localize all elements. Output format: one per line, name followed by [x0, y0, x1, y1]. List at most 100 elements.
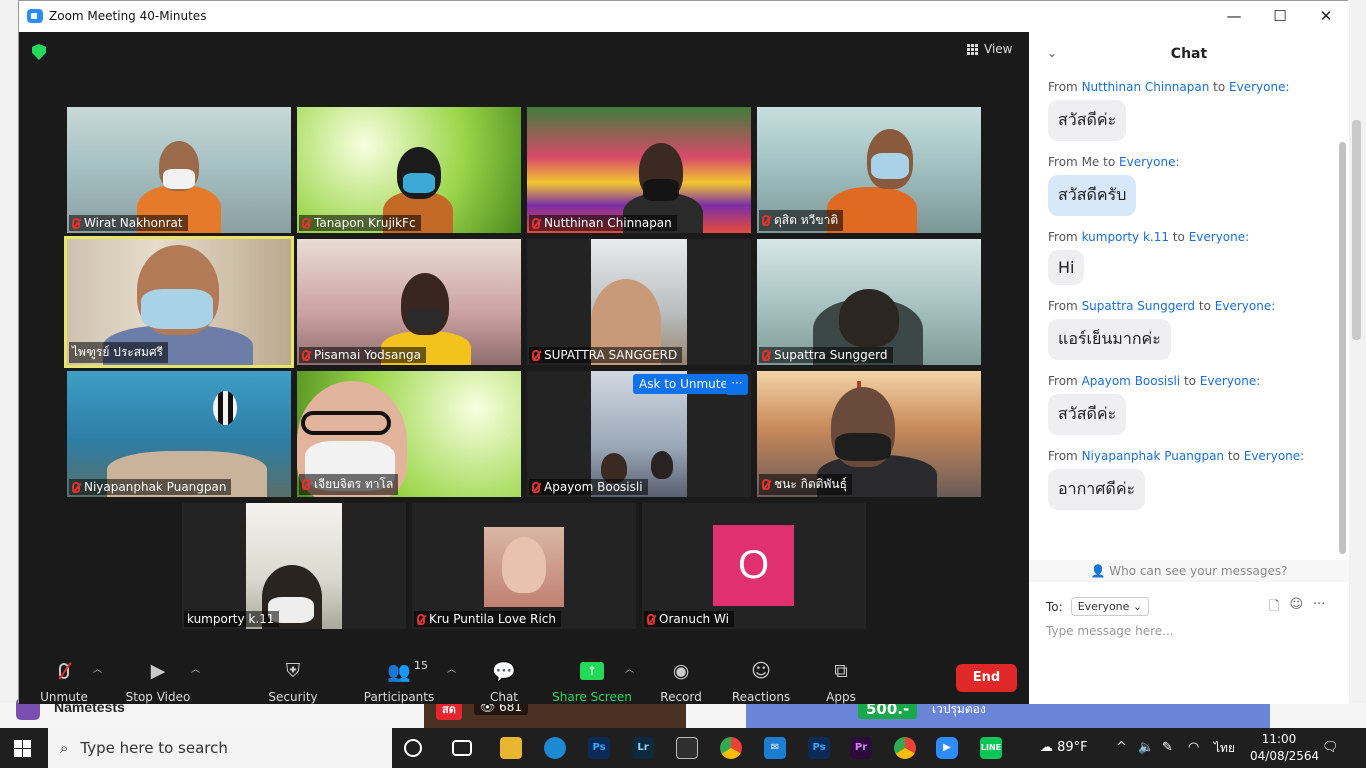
participants-options-caret[interactable]: ︿	[447, 662, 456, 675]
video-tile[interactable]: Pisamai Yodsanga	[297, 239, 521, 365]
photoshop-icon-2[interactable]: Ps	[808, 737, 830, 759]
sender-name[interactable]: Supattra Sunggerd	[1082, 299, 1196, 313]
recipient-name[interactable]: Everyone:	[1189, 230, 1249, 244]
apps-button[interactable]: ⧉ Apps	[796, 642, 886, 704]
edge-icon[interactable]	[544, 737, 566, 759]
minimize-button[interactable]: —	[1219, 7, 1249, 27]
video-tile[interactable]: ชนะ กิตติพันธุ์	[757, 371, 981, 497]
participant-name: ไพฑูรย์ ประสมศรี	[72, 345, 164, 359]
sender-name[interactable]: Apayom Boosisli	[1082, 374, 1181, 388]
security-button[interactable]: ⛨ Security	[248, 642, 338, 704]
participants-icon: 👥	[387, 660, 411, 683]
chat-button[interactable]: 💬 Chat	[459, 642, 549, 705]
fish	[213, 391, 237, 425]
from-label: From	[1048, 80, 1078, 94]
zoom-window: Zoom Meeting 40-Minutes — ☐ ✕ View Wirat…	[18, 0, 1349, 705]
maximize-button[interactable]: ☐	[1265, 7, 1295, 27]
close-button[interactable]: ✕	[1311, 7, 1341, 27]
message-bubble: อากาศดีค่ะ	[1048, 469, 1146, 510]
recipient-name[interactable]: Everyone:	[1215, 299, 1275, 313]
video-tile[interactable]: Supattra Sunggerd	[757, 239, 981, 365]
message-bubble: แอร์เย็นมากค่ะ	[1048, 319, 1171, 360]
weather-widget[interactable]: ☁ 89°F	[1040, 728, 1088, 768]
system-clock[interactable]: 11:00 04/08/2564	[1250, 731, 1319, 765]
record-button[interactable]: ◉ Record	[636, 642, 726, 704]
chrome-icon[interactable]	[720, 737, 742, 759]
participant-name: Nutthinan Chinnapan	[544, 216, 672, 230]
mic-muted-icon	[417, 613, 425, 625]
video-tile-active-speaker[interactable]: ไพฑูรย์ ประสมศรี	[64, 236, 294, 368]
window-title: Zoom Meeting 40-Minutes	[49, 9, 207, 23]
mail-icon[interactable]: ✉	[764, 737, 786, 759]
cloud-icon: ☁	[1040, 740, 1053, 755]
pen-icon[interactable]: ✎	[1162, 728, 1173, 768]
recipient-name[interactable]: Everyone:	[1244, 449, 1304, 463]
face-mask	[643, 179, 679, 201]
video-tile[interactable]: Wirat Nakhonrat	[67, 107, 291, 233]
browser-scrollbar-thumb[interactable]	[1352, 120, 1361, 340]
mic-muted-icon	[532, 349, 540, 361]
emoji-icon[interactable]: ☺	[1289, 597, 1303, 619]
share-screen-button[interactable]: ↑ Share Screen	[547, 642, 637, 704]
video-tile[interactable]: kumporty k.11	[182, 503, 406, 629]
to-word: to	[1172, 230, 1185, 244]
video-tile[interactable]: Kru Puntila Love Rich	[412, 503, 636, 629]
mic-muted-icon	[72, 481, 80, 493]
task-view-icon[interactable]	[452, 740, 472, 756]
recipient-name[interactable]: Everyone:	[1119, 155, 1179, 169]
video-tile[interactable]: เจียบจิตร ทาโล	[297, 371, 521, 497]
share-options-caret[interactable]: ︿	[625, 662, 634, 675]
nameplate: เจียบจิตร ทาโล	[299, 474, 399, 495]
language-indicator[interactable]: ไทย	[1214, 728, 1235, 768]
video-tile[interactable]: Tanapon KrujikFc	[297, 107, 521, 233]
tray-chevron-icon[interactable]: ^	[1116, 728, 1127, 768]
windows-start-icon[interactable]	[14, 740, 31, 757]
tile-more-button[interactable]: ···	[726, 374, 748, 395]
audio-options-caret[interactable]: ︿	[93, 662, 102, 675]
stop-video-button[interactable]: ▶ Stop Video	[113, 642, 203, 704]
encryption-shield-icon[interactable]	[32, 44, 46, 60]
chat-message: From Apayom Boosisli to Everyone: สวัสดี…	[1029, 374, 1339, 435]
who-can-see-link[interactable]: 👤 Who can see your messages?	[1029, 560, 1349, 582]
participant-name: Kru Puntila Love Rich	[429, 612, 556, 626]
chat-title: Chat	[1170, 46, 1208, 62]
chat-scrollbar[interactable]	[1339, 142, 1346, 554]
more-options-icon[interactable]: ···	[1313, 597, 1325, 619]
message-header: From Me to Everyone:	[1048, 155, 1339, 169]
to-label: To:	[1046, 599, 1063, 614]
video-tile[interactable]: SUPATTRA SANGGERD	[527, 239, 751, 365]
chrome-profile-icon[interactable]	[894, 737, 916, 759]
video-tile[interactable]: Niyapanphak Puangpan	[67, 371, 291, 497]
video-options-caret[interactable]: ︿	[191, 662, 200, 675]
video-tile[interactable]: O Oranuch Wi	[642, 503, 866, 629]
recipient-name[interactable]: Everyone:	[1200, 374, 1260, 388]
file-icon[interactable]: 🗋	[1269, 597, 1279, 619]
sender-name[interactable]: Niyapanphak Puangpan	[1082, 449, 1224, 463]
video-tile[interactable]: ดุสิต หวีขาติ	[757, 107, 981, 233]
to-word: to	[1213, 80, 1226, 94]
recipient-name[interactable]: Everyone:	[1229, 80, 1289, 94]
wifi-icon[interactable]: ◠	[1188, 728, 1199, 768]
end-meeting-button[interactable]: End	[956, 664, 1017, 692]
taskbar-search[interactable]: ⌕ Type here to search	[48, 728, 392, 768]
chat-message-input[interactable]: Type message here...	[1046, 624, 1336, 648]
premiere-icon[interactable]: Pr	[850, 737, 872, 759]
store-icon[interactable]	[676, 737, 698, 759]
recipient-dropdown[interactable]: Everyone ⌄	[1070, 597, 1150, 616]
zoom-taskbar-icon[interactable]: ▶	[936, 737, 958, 759]
line-icon[interactable]: LINE	[980, 737, 1002, 759]
zoom-icon	[27, 9, 43, 23]
sender-name[interactable]: Nutthinan Chinnapan	[1082, 80, 1210, 94]
notification-icon[interactable]: 🗨	[1322, 728, 1339, 768]
participants-button[interactable]: 👥 Participants	[354, 642, 444, 705]
reactions-button[interactable]: ☺ Reactions	[716, 642, 806, 704]
lightroom-icon[interactable]: Lr	[632, 737, 654, 759]
file-explorer-icon[interactable]	[500, 737, 522, 759]
cortana-icon[interactable]	[404, 739, 422, 757]
view-button[interactable]: View	[967, 42, 1012, 56]
video-tile[interactable]: Nutthinan Chinnapan	[527, 107, 751, 233]
ask-to-unmute-button[interactable]: Ask to Unmute	[633, 374, 734, 394]
sender-name[interactable]: kumporty k.11	[1082, 230, 1169, 244]
volume-icon[interactable]: 🔈	[1138, 728, 1154, 768]
photoshop-icon[interactable]: Ps	[588, 737, 610, 759]
